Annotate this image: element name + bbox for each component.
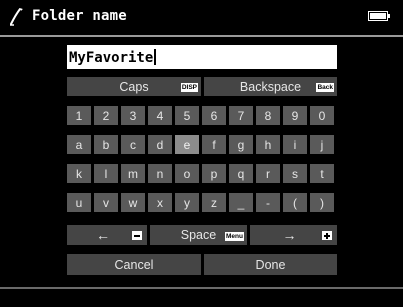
space-key-label: Space [180,228,217,242]
key-6[interactable]: 6 [202,106,226,125]
key-q[interactable]: q [229,164,253,183]
cancel-button[interactable]: Cancel [67,254,201,275]
key-h[interactable]: h [256,135,280,154]
key-1[interactable]: 1 [67,106,91,125]
done-button[interactable]: Done [204,254,337,275]
text-caret [154,49,157,65]
key-8[interactable]: 8 [256,106,280,125]
key-k[interactable]: k [67,164,91,183]
title-bar: Folder name [0,0,403,34]
key-m[interactable]: m [121,164,145,183]
bottom-divider [0,287,403,289]
done-button-label: Done [255,257,286,272]
key-7[interactable]: 7 [229,106,253,125]
key-)[interactable]: ) [310,193,334,212]
key-d[interactable]: d [148,135,172,154]
folder-name-input[interactable]: MyFavorite [67,45,337,69]
left-arrow-key[interactable]: ← [67,225,147,245]
right-arrow-key[interactable]: → [250,225,337,245]
key-5[interactable]: 5 [175,106,199,125]
caps-key[interactable]: Caps DISP [67,77,201,96]
page-title: Folder name [32,8,127,24]
key-3[interactable]: 3 [121,106,145,125]
key-o[interactable]: o [175,164,199,183]
key-e[interactable]: e [175,135,199,154]
space-key[interactable]: Space Menu [150,225,247,245]
key-b[interactable]: b [94,135,118,154]
cancel-button-label: Cancel [114,257,154,272]
key--[interactable]: - [256,193,280,212]
folder-name-value: MyFavorite [69,50,154,66]
caps-key-label: Caps [119,79,149,94]
key-a[interactable]: a [67,135,91,154]
key-c[interactable]: c [121,135,145,154]
right-arrow-icon: → [282,227,297,243]
battery-icon [368,11,390,21]
key-z[interactable]: z [202,193,226,212]
key-t[interactable]: t [310,164,334,183]
key-s[interactable]: s [283,164,307,183]
key-_[interactable]: _ [229,193,253,212]
key-x[interactable]: x [148,193,172,212]
key-f[interactable]: f [202,135,226,154]
backspace-key-label: Backspace [239,79,302,94]
key-9[interactable]: 9 [283,106,307,125]
disp-button-icon: DISP [180,83,198,92]
key-w[interactable]: w [121,193,145,212]
left-arrow-icon: ← [96,227,110,243]
key-([interactable]: ( [283,193,307,212]
key-g[interactable]: g [229,135,253,154]
key-n[interactable]: n [148,164,172,183]
menu-button-icon: Menu [225,232,244,241]
pen-icon [10,8,23,26]
key-u[interactable]: u [67,193,91,212]
key-2[interactable]: 2 [94,106,118,125]
minus-button-icon [132,231,142,240]
key-i[interactable]: i [283,135,307,154]
title-divider [0,35,403,37]
key-j[interactable]: j [310,135,334,154]
plus-button-icon [322,231,332,240]
key-l[interactable]: l [94,164,118,183]
key-4[interactable]: 4 [148,106,172,125]
back-button-icon: Back [316,83,334,92]
backspace-key[interactable]: Backspace Back [204,77,337,96]
key-r[interactable]: r [256,164,280,183]
key-y[interactable]: y [175,193,199,212]
key-v[interactable]: v [94,193,118,212]
key-0[interactable]: 0 [310,106,334,125]
key-p[interactable]: p [202,164,226,183]
